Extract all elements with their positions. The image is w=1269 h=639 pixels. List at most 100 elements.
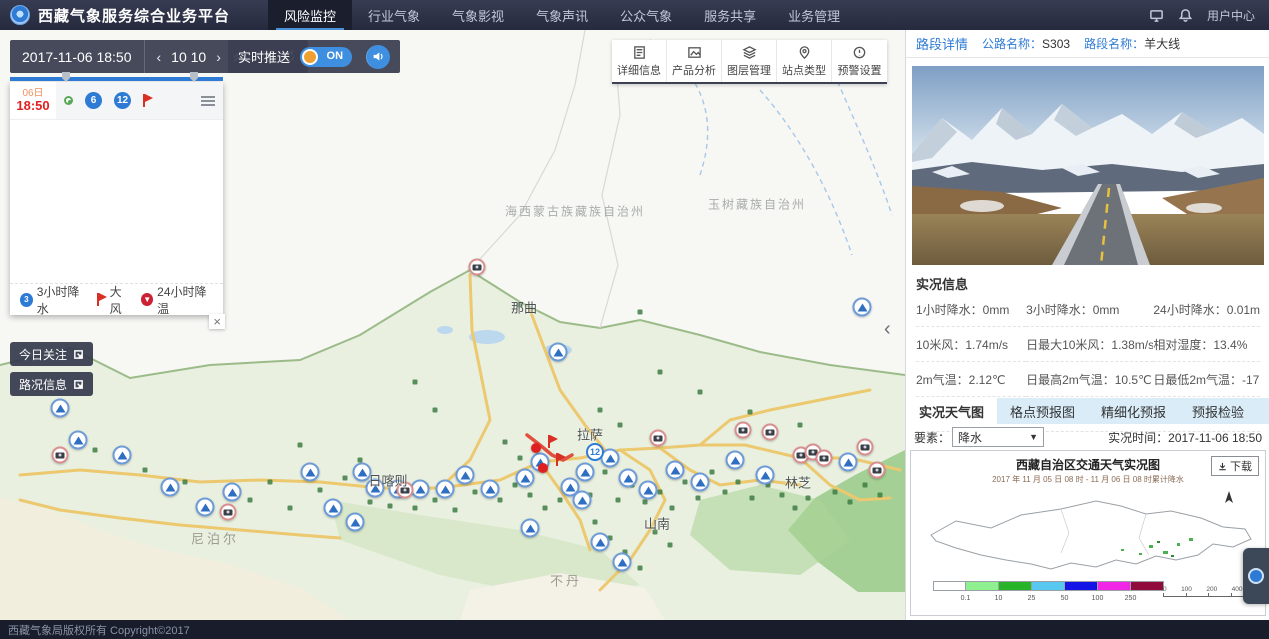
poi-dot [658, 370, 663, 375]
badge-12h-icon[interactable]: 12 [114, 92, 131, 109]
panel-tab[interactable]: 精细化预报 [1088, 398, 1179, 424]
current-datetime[interactable]: 2017-11-06 18:50 [10, 40, 144, 73]
colorbar-swatch [1098, 581, 1131, 591]
detail-info-button[interactable]: 详细信息 [612, 40, 667, 82]
pager-prev-button[interactable]: ‹ [157, 49, 162, 65]
live-info-cell: 24小时降水：0.01mm [1153, 292, 1260, 327]
road-camera-marker[interactable] [52, 447, 69, 464]
weather-station-marker[interactable] [161, 478, 180, 497]
close-icon[interactable]: × [209, 314, 225, 329]
alert-dot-marker[interactable] [538, 463, 548, 473]
road-info-button[interactable]: 路况信息 [10, 372, 93, 396]
weather-station-marker[interactable] [756, 466, 775, 485]
warning-settings-button[interactable]: 预警设置 [832, 40, 887, 82]
element-select[interactable]: 降水 ▼ [952, 427, 1044, 447]
road-camera-marker[interactable] [735, 422, 752, 439]
weather-station-marker[interactable] [436, 480, 455, 499]
badge-6h-icon[interactable]: 6 [85, 92, 102, 109]
precip-colorbar [933, 581, 1164, 591]
nav-item[interactable]: 业务管理 [772, 0, 856, 30]
wind-flag-marker[interactable] [556, 453, 568, 466]
wind-flag-marker[interactable] [548, 435, 560, 448]
nav-item[interactable]: 气象声讯 [520, 0, 604, 30]
speaker-icon[interactable] [366, 45, 390, 69]
weather-station-marker[interactable] [223, 483, 242, 502]
tool-label: 产品分析 [672, 62, 716, 78]
poi-dot [598, 408, 603, 413]
weather-map[interactable]: 12 海西蒙古族藏族自治州玉树藏族自治州那曲拉萨日喀则林芝山南尼泊尔不丹 201… [0, 30, 905, 620]
weather-station-marker[interactable] [51, 399, 70, 418]
panel-tab[interactable]: 实况天气图 [906, 398, 997, 424]
weather-station-marker[interactable] [456, 466, 475, 485]
weather-station-marker[interactable] [324, 499, 343, 518]
weather-station-marker[interactable] [619, 469, 638, 488]
weather-station-marker[interactable] [481, 480, 500, 499]
legend-3h-precip: 3 3小时降水 [20, 283, 87, 317]
layer-manage-button[interactable]: 图层管理 [722, 40, 777, 82]
poi-dot [683, 480, 688, 485]
weather-station-marker[interactable] [69, 431, 88, 450]
product-analysis-button[interactable]: 产品分析 [667, 40, 722, 82]
scrubber-handle[interactable] [62, 72, 70, 82]
weather-station-marker[interactable] [853, 298, 872, 317]
weather-station-marker[interactable] [346, 513, 365, 532]
push-toggle[interactable]: ON [300, 47, 352, 67]
weather-station-marker[interactable] [726, 451, 745, 470]
road-camera-marker[interactable] [397, 482, 414, 499]
floating-contact-widget[interactable] [1243, 548, 1269, 604]
nav-item[interactable]: 服务共享 [688, 0, 772, 30]
road-camera-marker[interactable] [762, 424, 779, 441]
weather-station-marker[interactable] [639, 481, 658, 500]
timeline-scrubber[interactable] [10, 77, 223, 81]
download-button[interactable]: 下载 [1211, 456, 1259, 476]
wind-flag-icon[interactable] [143, 94, 155, 107]
chevron-down-icon: ▼ [1029, 432, 1038, 442]
panel-tab[interactable]: 预报检验 [1179, 398, 1257, 424]
weather-station-marker[interactable] [613, 553, 632, 572]
alert-dot-marker[interactable] [531, 443, 541, 453]
weather-station-marker[interactable] [113, 446, 132, 465]
weather-station-marker[interactable] [196, 498, 215, 517]
pager-next-button[interactable]: › [216, 49, 221, 65]
nav-item[interactable]: 公众气象 [604, 0, 688, 30]
poi-dot [183, 480, 188, 485]
site-type-button[interactable]: 站点类型 [777, 40, 832, 82]
weather-station-marker[interactable] [516, 469, 535, 488]
poi-dot [593, 520, 598, 525]
section-name-value: 羊大线 [1144, 37, 1180, 51]
nav-item[interactable]: 气象影视 [436, 0, 520, 30]
monitor-icon[interactable] [1149, 8, 1164, 23]
panel-collapse-chevron[interactable]: ‹ [884, 318, 891, 341]
weather-station-marker[interactable] [591, 533, 610, 552]
weather-station-marker[interactable] [691, 473, 710, 492]
road-camera-marker[interactable] [220, 504, 237, 521]
weather-station-marker[interactable] [573, 491, 592, 510]
download-label: 下载 [1230, 458, 1252, 474]
weather-station-marker[interactable] [576, 463, 595, 482]
list-menu-icon[interactable] [201, 96, 215, 106]
user-center-link[interactable]: 用户中心 [1207, 7, 1255, 24]
weather-station-marker[interactable] [839, 453, 858, 472]
nav-item[interactable]: 行业气象 [352, 0, 436, 30]
bell-icon[interactable] [1178, 8, 1193, 23]
panel-tab[interactable]: 格点预报图 [997, 398, 1088, 424]
weather-station-marker[interactable] [353, 463, 372, 482]
road-camera-marker[interactable] [650, 430, 667, 447]
road-camera-marker[interactable] [816, 450, 833, 467]
weather-station-marker[interactable] [366, 479, 385, 498]
road-camera-marker[interactable] [857, 439, 874, 456]
road-camera-marker[interactable] [869, 462, 886, 479]
weather-station-marker[interactable] [666, 461, 685, 480]
green-status-icon[interactable] [64, 96, 73, 105]
weather-station-marker[interactable] [301, 463, 320, 482]
weather-station-marker[interactable] [521, 519, 540, 538]
road-camera-marker[interactable] [469, 259, 486, 276]
poi-dot [696, 496, 701, 501]
poi-dot [723, 490, 728, 495]
live-info-cell: 日最低2m气温：-17.4℃ [1153, 362, 1260, 397]
weather-station-marker[interactable] [549, 343, 568, 362]
precip-12h-badge[interactable]: 12 [586, 443, 604, 461]
nav-item[interactable]: 风险监控 [268, 0, 352, 30]
today-focus-button[interactable]: 今日关注 [10, 342, 93, 366]
scrubber-handle[interactable] [190, 72, 198, 82]
